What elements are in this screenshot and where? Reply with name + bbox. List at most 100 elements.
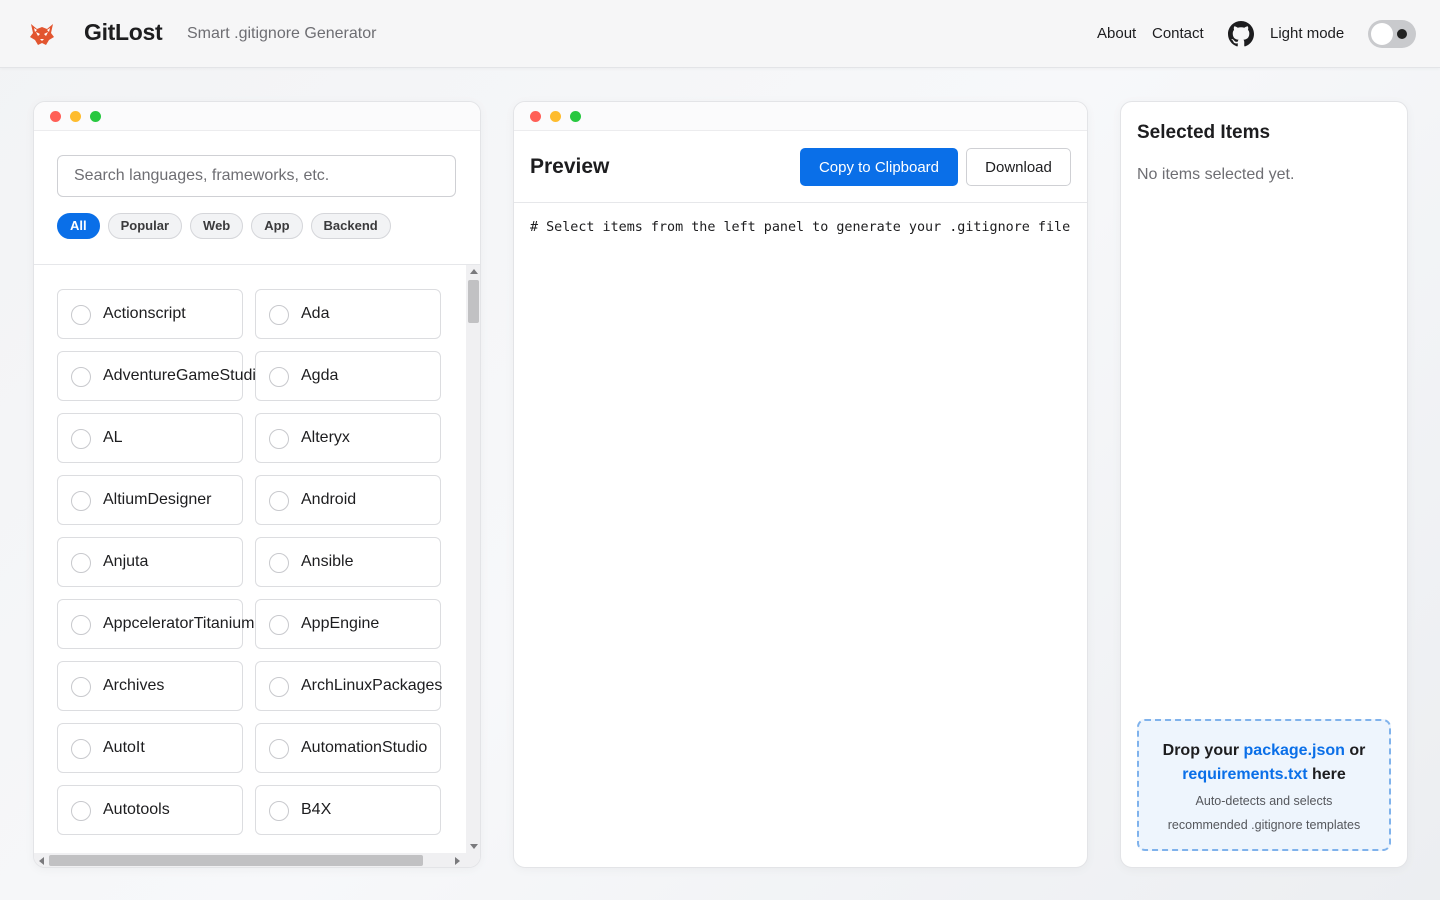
radio-circle-icon[interactable] xyxy=(71,367,91,387)
fox-logo-icon[interactable] xyxy=(28,20,56,48)
template-item-label: ArchLinuxPackages xyxy=(301,677,443,694)
radio-circle-icon[interactable] xyxy=(269,801,289,821)
template-item[interactable]: Agda xyxy=(255,351,441,401)
radio-circle-icon[interactable] xyxy=(71,305,91,325)
dropzone-suffix: here xyxy=(1307,766,1346,783)
scroll-up-arrow-icon[interactable] xyxy=(470,269,478,274)
radio-circle-icon[interactable] xyxy=(71,615,91,635)
scroll-thumb-horizontal[interactable] xyxy=(49,855,423,866)
empty-selection-text: No items selected yet. xyxy=(1137,166,1295,183)
template-item[interactable]: Actionscript xyxy=(57,289,243,339)
close-dot-icon xyxy=(530,111,541,122)
brand-tagline: Smart .gitignore Generator xyxy=(187,25,377,42)
radio-circle-icon[interactable] xyxy=(71,553,91,573)
nav-about-link[interactable]: About xyxy=(1097,25,1136,42)
radio-circle-icon[interactable] xyxy=(269,739,289,759)
template-item[interactable]: AppEngine xyxy=(255,599,441,649)
template-item[interactable]: AppceleratorTitanium xyxy=(57,599,254,649)
template-item-label: Alteryx xyxy=(301,429,350,446)
radio-circle-icon[interactable] xyxy=(71,491,91,511)
template-item-label: AutomationStudio xyxy=(301,739,428,756)
copy-to-clipboard-button[interactable]: Copy to Clipboard xyxy=(800,148,958,186)
template-item[interactable]: AutomationStudio xyxy=(255,723,441,773)
scroll-corner xyxy=(466,853,480,867)
dropzone-or: or xyxy=(1344,742,1366,759)
template-item[interactable]: AL xyxy=(57,413,243,463)
radio-circle-icon[interactable] xyxy=(269,305,289,325)
filter-chip-web[interactable]: Web xyxy=(190,213,244,239)
radio-circle-icon[interactable] xyxy=(269,491,289,511)
theme-mode-label: Light mode xyxy=(1270,25,1345,42)
search-input[interactable] xyxy=(57,155,456,197)
filter-chips: All Popular Web App Backend xyxy=(57,213,391,239)
scroll-thumb[interactable] xyxy=(468,280,479,323)
toggle-dot xyxy=(1397,29,1407,39)
scroll-right-arrow-icon[interactable] xyxy=(455,857,460,865)
package-json-highlight: package.json xyxy=(1243,742,1345,759)
brand-name[interactable]: GitLost xyxy=(84,19,163,46)
template-item-label: AppceleratorTitanium xyxy=(103,615,255,632)
filter-chip-app[interactable]: App xyxy=(251,213,303,239)
radio-circle-icon[interactable] xyxy=(269,615,289,635)
minimize-dot-icon xyxy=(70,111,81,122)
dropzone-description: Auto-detects and selects recommended .gi… xyxy=(1139,789,1389,837)
filter-chip-backend[interactable]: Backend xyxy=(310,213,391,239)
template-item-label: Autotools xyxy=(103,801,170,818)
theme-toggle[interactable] xyxy=(1368,20,1416,48)
template-item[interactable]: Alteryx xyxy=(255,413,441,463)
file-dropzone[interactable]: Drop your package.json or requirements.t… xyxy=(1137,719,1391,851)
radio-circle-icon[interactable] xyxy=(269,677,289,697)
template-item[interactable]: B4X xyxy=(255,785,441,835)
minimize-dot-icon xyxy=(550,111,561,122)
radio-circle-icon[interactable] xyxy=(269,367,289,387)
template-item[interactable]: ArchLinuxPackages xyxy=(255,661,443,711)
template-item-label: AdventureGameStudio xyxy=(103,367,265,384)
dropzone-prefix: Drop your xyxy=(1162,742,1244,759)
template-list: Actionscript Ada AdventureGameStudio Agda AL… xyxy=(34,265,466,853)
template-item-label: AL xyxy=(103,429,123,446)
scroll-down-arrow-icon[interactable] xyxy=(470,844,478,849)
radio-circle-icon[interactable] xyxy=(71,677,91,697)
horizontal-scrollbar[interactable] xyxy=(34,853,466,867)
close-dot-icon xyxy=(50,111,61,122)
template-item[interactable]: Anjuta xyxy=(57,537,243,587)
radio-circle-icon[interactable] xyxy=(71,801,91,821)
download-button[interactable]: Download xyxy=(966,148,1071,186)
scroll-left-arrow-icon[interactable] xyxy=(39,857,44,865)
gitignore-preview-code[interactable]: # Select items from the left panel to ge… xyxy=(530,220,1070,235)
template-item-label: Android xyxy=(301,491,357,508)
requirements-txt-highlight: requirements.txt xyxy=(1182,766,1308,783)
template-item-label: Actionscript xyxy=(103,305,186,322)
template-item[interactable]: Autotools xyxy=(57,785,243,835)
radio-circle-icon[interactable] xyxy=(71,429,91,449)
dropzone-sub-line1: Auto-detects and selects xyxy=(1195,794,1333,808)
github-icon[interactable] xyxy=(1228,21,1254,47)
radio-circle-icon[interactable] xyxy=(71,739,91,759)
template-item[interactable]: Android xyxy=(255,475,441,525)
preview-title: Preview xyxy=(530,155,610,178)
maximize-dot-icon xyxy=(90,111,101,122)
window-titlebar xyxy=(34,102,480,131)
template-item[interactable]: AdventureGameStudio xyxy=(57,351,265,401)
radio-circle-icon[interactable] xyxy=(269,429,289,449)
template-item-label: AutoIt xyxy=(103,739,145,756)
template-item[interactable]: Archives xyxy=(57,661,243,711)
template-item[interactable]: AutoIt xyxy=(57,723,243,773)
filter-chip-all[interactable]: All xyxy=(57,213,100,239)
preview-panel: Preview Copy to Clipboard Download # Sel… xyxy=(513,101,1088,868)
radio-circle-icon[interactable] xyxy=(269,553,289,573)
top-header: GitLost Smart .gitignore Generator About… xyxy=(0,0,1440,68)
template-picker-panel: AllPopularWebAppBackend ActionscriptAdaA… xyxy=(33,101,481,868)
template-item-label: B4X xyxy=(301,801,332,818)
vertical-scrollbar[interactable] xyxy=(466,265,480,853)
nav-contact-link[interactable]: Contact xyxy=(1152,25,1204,42)
template-item-label: Archives xyxy=(103,677,165,694)
template-item[interactable]: AltiumDesigner xyxy=(57,475,243,525)
selected-items-panel: Selected Items No items selected yet. Dr… xyxy=(1120,101,1408,868)
dropzone-sub-line2: recommended .gitignore templates xyxy=(1167,818,1361,832)
filter-chip-popular[interactable]: Popular xyxy=(107,213,183,239)
template-item-label: Anjuta xyxy=(103,553,149,570)
template-item[interactable]: Ansible xyxy=(255,537,441,587)
template-item[interactable]: Ada xyxy=(255,289,441,339)
template-item-label: AppEngine xyxy=(301,615,380,632)
